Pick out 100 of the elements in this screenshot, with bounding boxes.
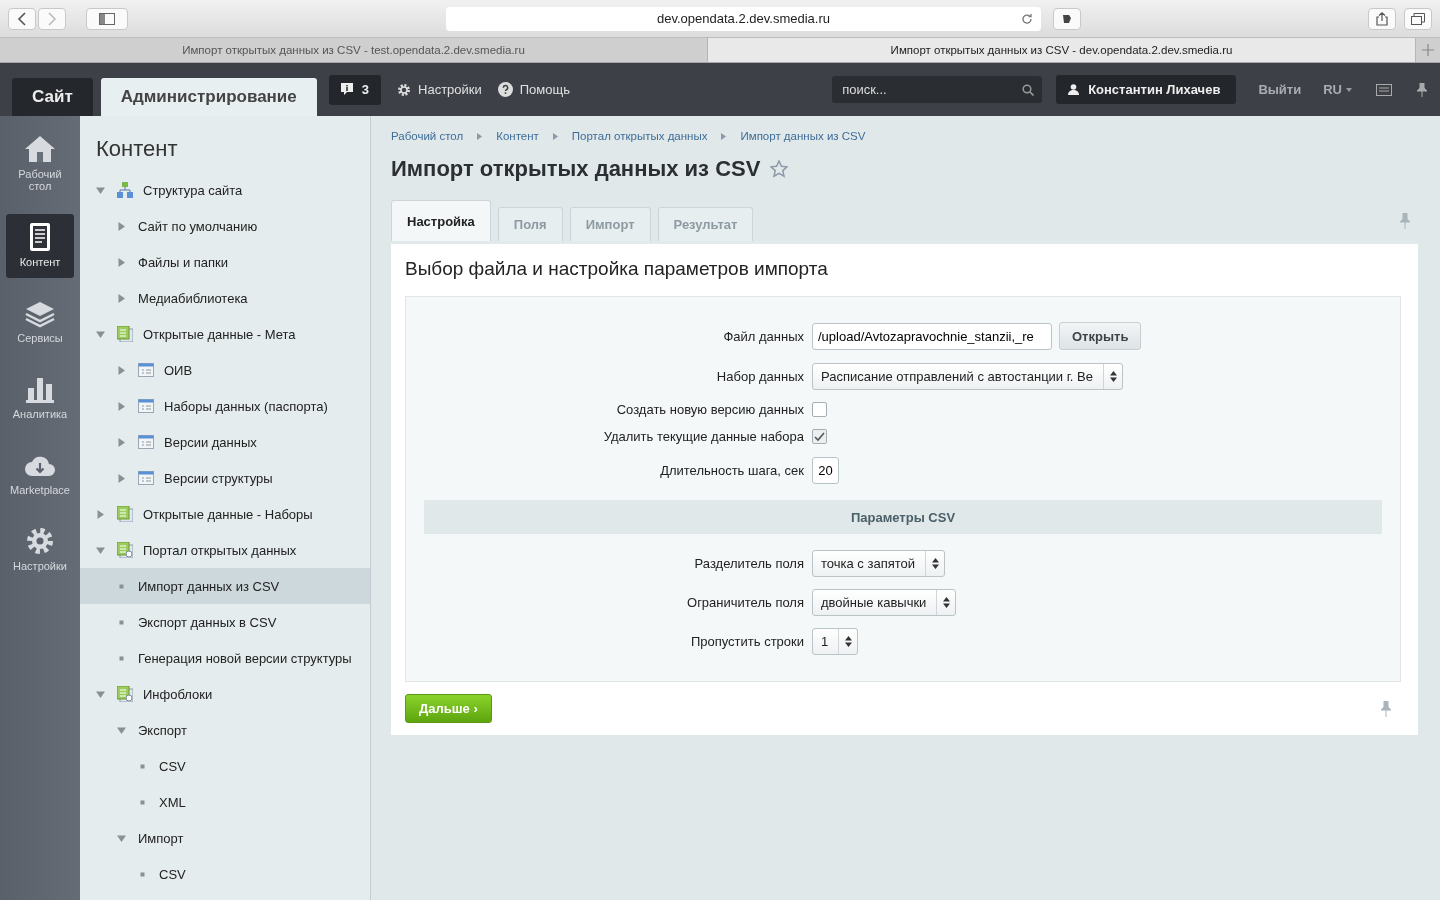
logout-link[interactable]: Выйти bbox=[1258, 82, 1302, 97]
chevron-right-icon bbox=[47, 11, 57, 26]
forward-button[interactable] bbox=[38, 7, 66, 30]
settings-icon bbox=[397, 82, 411, 97]
header-tab[interactable]: Сайт bbox=[12, 78, 93, 116]
tree-item[interactable]: XML bbox=[80, 784, 370, 820]
collapse-arrow-icon[interactable] bbox=[117, 833, 126, 843]
tree-item[interactable]: Наборы данных (паспорта) bbox=[80, 388, 370, 424]
tree-item[interactable]: Инфоблоки bbox=[80, 676, 370, 712]
collapse-arrow-icon[interactable] bbox=[117, 725, 126, 735]
pin-icon[interactable] bbox=[1416, 82, 1428, 97]
tree-item[interactable]: ОИВ bbox=[80, 352, 370, 388]
stepper-arrows-icon bbox=[1109, 371, 1117, 382]
portal-icon bbox=[117, 686, 133, 702]
expand-arrow-icon[interactable] bbox=[96, 509, 105, 519]
tree-item[interactable]: Портал открытых данных bbox=[80, 532, 370, 568]
search-input[interactable]: поиск... bbox=[840, 81, 1023, 98]
tree-item[interactable]: Открытые данные - Мета bbox=[80, 316, 370, 352]
keyboard-icon[interactable] bbox=[1376, 83, 1392, 96]
tabs-icon[interactable] bbox=[1404, 7, 1432, 30]
portal-icon bbox=[117, 542, 133, 558]
address-bar[interactable]: dev.opendata.2.dev.smedia.ru bbox=[446, 6, 1041, 31]
expand-arrow-icon[interactable] bbox=[117, 257, 126, 267]
help-link[interactable]: Помощь bbox=[497, 82, 570, 97]
expand-arrow-icon[interactable] bbox=[117, 293, 126, 303]
tree-item[interactable]: Медиабиблиотека bbox=[80, 280, 370, 316]
open-button[interactable]: Открыть bbox=[1059, 322, 1142, 350]
breadcrumb-link[interactable]: Контент bbox=[496, 130, 539, 142]
tree-item[interactable]: Экспорт bbox=[80, 712, 370, 748]
field-label: Длительность шага, сек bbox=[659, 462, 804, 478]
number-field[interactable]: 20 bbox=[812, 456, 839, 484]
expand-arrow-icon[interactable] bbox=[117, 473, 126, 483]
structure-icon bbox=[117, 182, 133, 198]
pin-icon[interactable] bbox=[1381, 700, 1391, 717]
expand-arrow-icon[interactable] bbox=[117, 401, 126, 411]
breadcrumb-link[interactable]: Импорт данных из CSV bbox=[740, 130, 866, 142]
field-label: Пропустить строки bbox=[689, 634, 804, 649]
collapse-arrow-icon[interactable] bbox=[96, 545, 105, 555]
field-label: Файл данных bbox=[722, 328, 804, 344]
rail-item[interactable]: Рабочий стол bbox=[6, 126, 74, 202]
select-field[interactable]: Расписание отправлений с автостанции г. Ве bbox=[812, 363, 1123, 390]
header-tab[interactable]: Администрирование bbox=[100, 78, 317, 116]
tree-item[interactable]: Версии структуры bbox=[80, 460, 370, 496]
select-field[interactable]: точка с запятой bbox=[812, 550, 946, 577]
back-button[interactable] bbox=[8, 7, 36, 30]
rail-item[interactable]: Контент bbox=[6, 214, 74, 278]
user-button[interactable]: Константин Лихачев bbox=[1056, 75, 1237, 104]
table-icon bbox=[138, 470, 154, 486]
browser-tab[interactable]: Импорт открытых данных из CSV - dev.opendata.2.dev.smedia.ru bbox=[708, 38, 1416, 62]
search-field[interactable]: поиск... bbox=[832, 76, 1043, 103]
tree-item[interactable]: Импорт bbox=[80, 820, 370, 856]
rail-item[interactable]: Настройки bbox=[6, 518, 74, 582]
info-icon bbox=[340, 83, 353, 96]
tab[interactable]: Настройка bbox=[391, 200, 491, 241]
tree-item[interactable]: Структура сайта bbox=[80, 172, 370, 208]
breadcrumb-link[interactable]: Рабочий стол bbox=[391, 130, 464, 142]
collapse-arrow-icon[interactable] bbox=[96, 185, 105, 195]
breadcrumb-separator-icon bbox=[477, 132, 483, 140]
sidebar-toggle-icon[interactable] bbox=[86, 7, 128, 30]
checkbox[interactable] bbox=[812, 402, 827, 417]
star-icon[interactable] bbox=[770, 160, 789, 178]
field-label: Создать новую версию данных bbox=[615, 402, 804, 417]
section-title: Выбор файла и настройка параметров импорта bbox=[405, 258, 829, 280]
select-field[interactable]: двойные кавычки bbox=[812, 589, 957, 616]
collapse-arrow-icon[interactable] bbox=[96, 689, 105, 699]
share-icon[interactable] bbox=[1368, 7, 1396, 30]
rail-item[interactable]: Аналитика bbox=[6, 366, 74, 430]
select-field[interactable]: 1 bbox=[812, 628, 859, 655]
tree-item[interactable]: Экспорт данных в CSV bbox=[80, 604, 370, 640]
expand-arrow-icon[interactable] bbox=[117, 437, 126, 447]
search-icon[interactable] bbox=[1022, 83, 1035, 96]
extension-icon[interactable] bbox=[1053, 7, 1081, 30]
tree-item[interactable]: Сайт по умолчанию bbox=[80, 208, 370, 244]
tree-item[interactable]: Импорт данных из CSV bbox=[80, 568, 370, 604]
tree-item[interactable]: Открытые данные - Наборы bbox=[80, 496, 370, 532]
chevron-left-icon bbox=[17, 11, 27, 26]
tree-item[interactable]: CSV bbox=[80, 748, 370, 784]
stepper-arrows-icon bbox=[942, 597, 950, 608]
checkbox[interactable] bbox=[812, 429, 827, 444]
language-selector[interactable]: RU bbox=[1323, 82, 1352, 97]
breadcrumb-link[interactable]: Портал открытых данных bbox=[571, 130, 708, 142]
collapse-arrow-icon[interactable] bbox=[96, 329, 105, 339]
sidebar-title: Контент bbox=[95, 135, 179, 163]
field-label: Удалить текущие данные набора bbox=[602, 429, 804, 444]
reload-icon[interactable] bbox=[1021, 12, 1033, 25]
rail-item[interactable]: Marketplace bbox=[6, 442, 74, 506]
rail-item[interactable]: Сервисы bbox=[6, 290, 74, 354]
tree-item[interactable]: Версии данных bbox=[80, 424, 370, 460]
field-label: Ограничитель поля bbox=[686, 595, 804, 610]
notifications-button[interactable]: 3 bbox=[328, 74, 381, 105]
tree-item[interactable]: Генерация новой версии структуры bbox=[80, 640, 370, 676]
file-path-field[interactable]: /upload/Avtozapravochnie_stanzii,_re bbox=[812, 322, 1052, 350]
expand-arrow-icon[interactable] bbox=[117, 365, 126, 375]
expand-arrow-icon[interactable] bbox=[117, 221, 126, 231]
settings-link[interactable]: Настройки bbox=[397, 82, 482, 97]
module-icon bbox=[117, 326, 133, 342]
tree-item[interactable]: CSV bbox=[80, 856, 370, 892]
stepper-arrows-icon bbox=[844, 636, 852, 647]
table-icon bbox=[138, 398, 154, 414]
tree-item[interactable]: Файлы и папки bbox=[80, 244, 370, 280]
